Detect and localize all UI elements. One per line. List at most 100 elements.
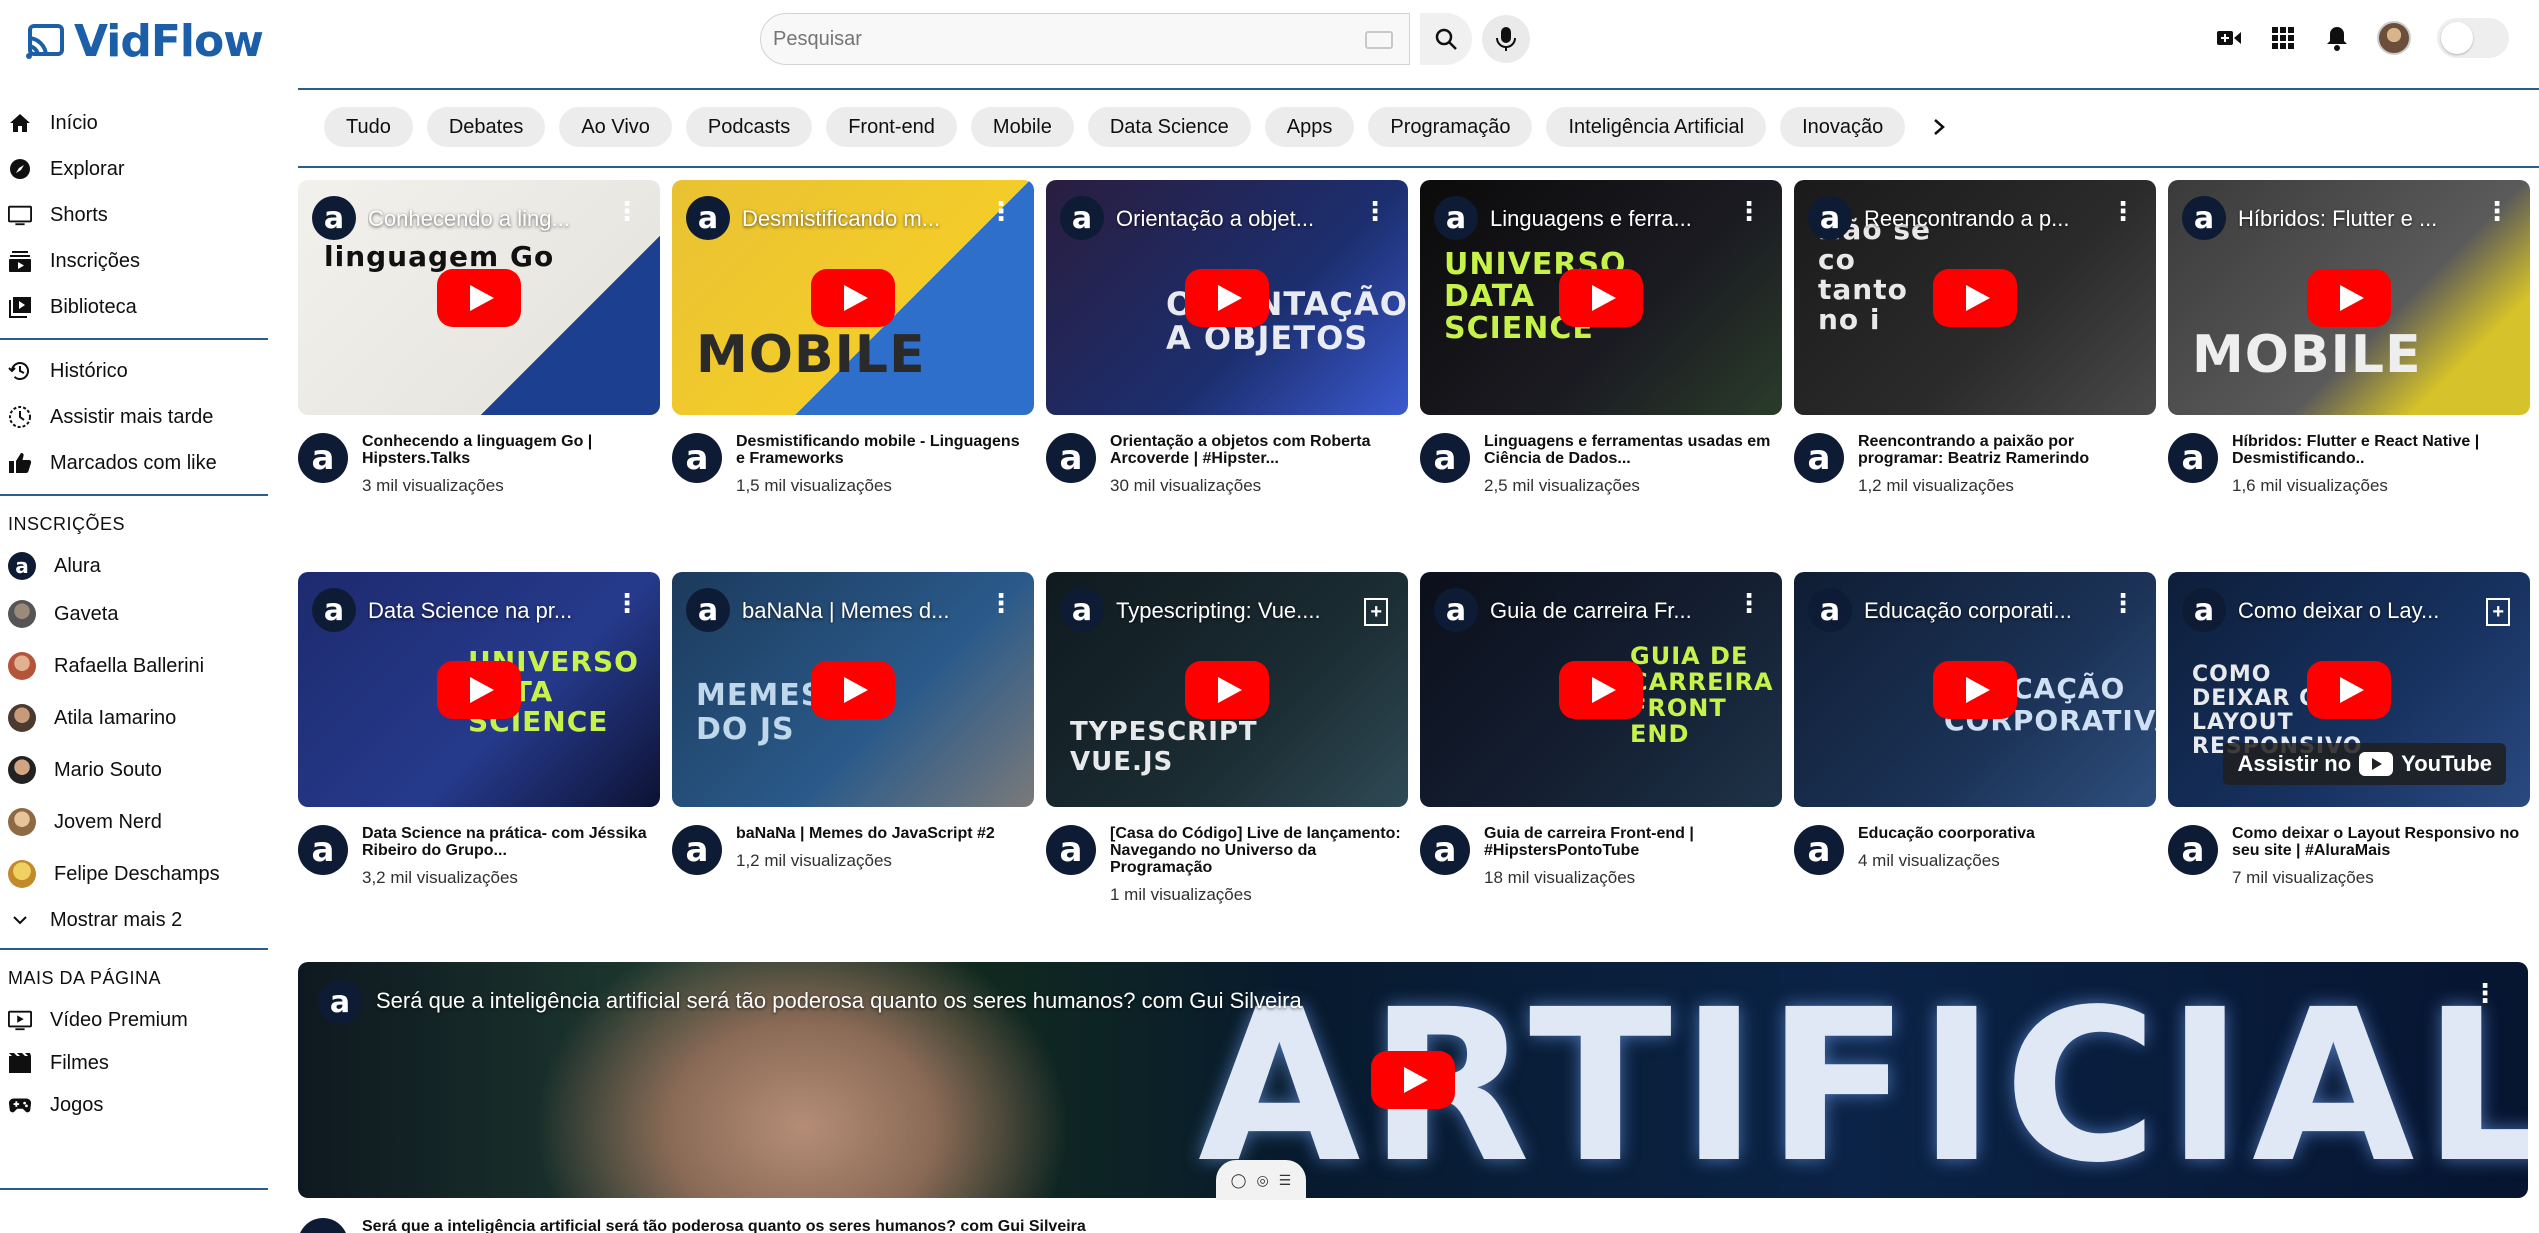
play-button-icon[interactable] — [811, 660, 895, 719]
channel-avatar[interactable]: a — [2168, 825, 2218, 875]
voice-search-button[interactable] — [1482, 15, 1530, 63]
sidebar-sub-atila-iamarino[interactable]: Atila Iamarino — [0, 692, 268, 744]
sidebar-item-filmes[interactable]: Filmes — [0, 1042, 268, 1084]
channel-avatar[interactable]: a — [298, 825, 348, 875]
video-title[interactable]: [Casa do Código] Live de lançamento: Nav… — [1110, 825, 1405, 876]
show-more-subscriptions[interactable]: Mostrar mais 2 — [0, 900, 268, 940]
channel-avatar[interactable]: a — [1420, 825, 1470, 875]
video-title[interactable]: Híbridos: Flutter e React Native | Desmi… — [2232, 433, 2527, 467]
play-button-icon[interactable] — [811, 268, 895, 327]
video-thumbnail[interactable]: linguagem Go a Conhecendo a ling... ⋮ — [298, 180, 660, 415]
search-button[interactable] — [1420, 13, 1472, 65]
chip-tudo[interactable]: Tudo — [324, 107, 413, 147]
play-button-icon[interactable] — [2307, 268, 2391, 327]
more-options-icon[interactable]: ⋮ — [2484, 198, 2510, 224]
add-to-queue-icon[interactable]: + — [1364, 598, 1388, 626]
video-card[interactable]: MOBILE a Desmistificando m... ⋮ a Desmis… — [672, 180, 1034, 572]
play-button-icon[interactable] — [1185, 268, 1269, 327]
channel-avatar[interactable]: a — [1794, 433, 1844, 483]
video-card[interactable]: MEMES DO JS a baNaNa | Memes d... ⋮ a ba… — [672, 572, 1034, 964]
featured-video-thumbnail[interactable]: ARTIFICIAL a Será que a inteligência art… — [298, 962, 2528, 1198]
notifications-bell-icon[interactable] — [2323, 24, 2351, 52]
chip-data-science[interactable]: Data Science — [1087, 107, 1251, 147]
play-button-icon[interactable] — [437, 660, 521, 719]
sidebar-sub-gaveta[interactable]: Gaveta — [0, 588, 268, 640]
more-options-icon[interactable]: ⋮ — [988, 198, 1014, 224]
more-options-icon[interactable]: ⋮ — [1362, 198, 1388, 224]
comment-icon[interactable]: ◯ — [1231, 1172, 1247, 1189]
video-title[interactable]: Data Science na prática- com Jéssika Rib… — [362, 825, 657, 859]
play-button-icon[interactable] — [1559, 268, 1643, 327]
video-title[interactable]: Conhecendo a linguagem Go | Hipsters.Tal… — [362, 433, 657, 467]
video-thumbnail[interactable]: MOBILE a Híbridos: Flutter e ... ⋮ — [2168, 180, 2530, 415]
video-title[interactable]: Será que a inteligência artificial será … — [362, 1218, 1086, 1233]
sidebar-item-inicio[interactable]: Início — [0, 100, 268, 146]
sidebar-item-explorar[interactable]: Explorar — [0, 146, 268, 192]
sidebar-sub-alura[interactable]: a Alura — [0, 544, 268, 588]
video-card[interactable]: Não se co tanto no i a Reencontrando a p… — [1794, 180, 2156, 572]
sidebar-sub-rafaella-ballerini[interactable]: Rafaella Ballerini — [0, 640, 268, 692]
video-thumbnail[interactable]: ORIENTAÇÃO A OBJETOS a Orientação a obje… — [1046, 180, 1408, 415]
more-options-icon[interactable]: ⋮ — [2110, 198, 2136, 224]
channel-avatar[interactable]: a — [672, 825, 722, 875]
more-options-icon[interactable]: ⋮ — [614, 198, 640, 224]
chip-inovacao[interactable]: Inovação — [1780, 107, 1906, 147]
channel-avatar[interactable]: a — [1046, 433, 1096, 483]
video-thumbnail[interactable]: COMO DEIXAR O LAYOUT RESPONSIVO a Como d… — [2168, 572, 2530, 807]
video-card[interactable]: TYPESCRIPT VUE.JS a Typescripting: Vue..… — [1046, 572, 1408, 964]
brand-logo[interactable]: VidFlow — [24, 16, 264, 67]
theme-toggle[interactable] — [2437, 18, 2509, 58]
sidebar-item-historico[interactable]: Histórico — [0, 348, 268, 394]
user-avatar[interactable] — [2377, 21, 2411, 55]
video-thumbnail[interactable]: TYPESCRIPT VUE.JS a Typescripting: Vue..… — [1046, 572, 1408, 807]
video-card[interactable]: GUIA DE CARREIRA FRONT END a Guia de car… — [1420, 572, 1782, 964]
sidebar-item-marcados-com-like[interactable]: Marcados com like — [0, 440, 268, 486]
channel-avatar[interactable]: a — [2168, 433, 2218, 483]
channel-avatar[interactable]: a — [1794, 825, 1844, 875]
menu-icon[interactable]: ☰ — [1279, 1172, 1292, 1189]
video-card[interactable]: UNIVERSO DATA SCIENCE a Linguagens e fer… — [1420, 180, 1782, 572]
chip-podcasts[interactable]: Podcasts — [685, 107, 813, 147]
play-button-icon[interactable] — [1559, 660, 1643, 719]
add-to-queue-icon[interactable]: + — [2486, 598, 2510, 626]
video-thumbnail[interactable]: UNIVERSO DATA SCIENCE a Linguagens e fer… — [1420, 180, 1782, 415]
video-title[interactable]: Como deixar o Layout Responsivo no seu s… — [2232, 825, 2527, 859]
video-title[interactable]: Reencontrando a paixão por programar: Be… — [1858, 433, 2153, 467]
video-title[interactable]: baNaNa | Memes do JavaScript #2 — [736, 825, 995, 842]
sidebar-item-inscricoes[interactable]: Inscrições — [0, 238, 268, 284]
video-thumbnail[interactable]: GUIA DE CARREIRA FRONT END a Guia de car… — [1420, 572, 1782, 807]
video-thumbnail[interactable]: MEMES DO JS a baNaNa | Memes d... ⋮ — [672, 572, 1034, 807]
video-card[interactable]: linguagem Go a Conhecendo a ling... ⋮ a … — [298, 180, 660, 572]
chip-ao-vivo[interactable]: Ao Vivo — [559, 107, 672, 147]
eye-icon[interactable]: ◎ — [1256, 1172, 1268, 1189]
sidebar-sub-jovem-nerd[interactable]: Jovem Nerd — [0, 796, 268, 848]
video-card[interactable]: UNIVERSO DATA SCIENCE a Data Science na … — [298, 572, 660, 964]
chips-next-button[interactable] — [1919, 107, 1959, 147]
sidebar-item-assistir-mais-tarde[interactable]: Assistir mais tarde — [0, 394, 268, 440]
apps-grid-icon[interactable] — [2269, 24, 2297, 52]
channel-avatar[interactable]: a — [1420, 433, 1470, 483]
video-thumbnail[interactable]: MOBILE a Desmistificando m... ⋮ — [672, 180, 1034, 415]
more-options-icon[interactable]: ⋮ — [2472, 980, 2498, 1006]
more-options-icon[interactable]: ⋮ — [614, 590, 640, 616]
video-title[interactable]: Linguagens e ferramentas usadas em Ciênc… — [1484, 433, 1779, 467]
play-button-icon[interactable] — [1371, 1051, 1455, 1109]
video-card[interactable]: COMO DEIXAR O LAYOUT RESPONSIVO a Como d… — [2168, 572, 2530, 964]
play-button-icon[interactable] — [1185, 660, 1269, 719]
video-thumbnail[interactable]: UNIVERSO DATA SCIENCE a Data Science na … — [298, 572, 660, 807]
more-options-icon[interactable]: ⋮ — [1736, 590, 1762, 616]
play-button-icon[interactable] — [437, 268, 521, 327]
create-video-icon[interactable] — [2215, 24, 2243, 52]
chip-mobile[interactable]: Mobile — [970, 107, 1074, 147]
sidebar-item-jogos[interactable]: Jogos — [0, 1084, 268, 1126]
video-thumbnail[interactable]: Não se co tanto no i a Reencontrando a p… — [1794, 180, 2156, 415]
channel-avatar[interactable]: a — [298, 1218, 348, 1233]
video-thumbnail[interactable]: EDUCAÇÃO CORPORATIVA a Educação corporat… — [1794, 572, 2156, 807]
video-title[interactable]: Orientação a objetos com Roberta Arcover… — [1110, 433, 1405, 467]
video-title[interactable]: Guia de carreira Front-end | #HipstersPo… — [1484, 825, 1779, 859]
video-card[interactable]: MOBILE a Híbridos: Flutter e ... ⋮ a Híb… — [2168, 180, 2530, 572]
play-button-icon[interactable] — [1933, 268, 2017, 327]
video-card[interactable]: EDUCAÇÃO CORPORATIVA a Educação corporat… — [1794, 572, 2156, 964]
sidebar-item-video-premium[interactable]: Vídeo Premium — [0, 998, 268, 1042]
search-input[interactable] — [773, 27, 1333, 51]
